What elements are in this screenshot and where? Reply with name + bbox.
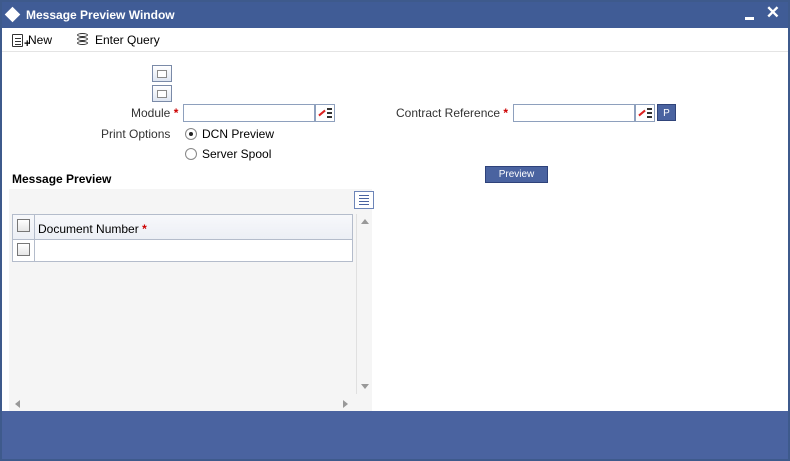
scroll-up-icon[interactable] — [361, 219, 369, 224]
table-header: Document Number * — [13, 215, 352, 240]
document-number-header: Document Number * — [38, 222, 147, 236]
vertical-scrollbar[interactable] — [356, 214, 372, 394]
form-option-button-1[interactable] — [152, 65, 172, 82]
grid-settings-icon[interactable] — [354, 191, 374, 209]
module-input[interactable] — [183, 104, 315, 122]
window-diamond-icon — [4, 6, 21, 23]
message-preview-section-title: Message Preview — [12, 172, 112, 186]
new-button[interactable]: + New — [12, 31, 52, 49]
contract-reference-label: Contract Reference * — [396, 106, 509, 120]
server-spool-label: Server Spool — [202, 147, 272, 161]
lov-arrow-icon — [318, 108, 327, 117]
contract-reference-input[interactable] — [513, 104, 635, 122]
select-all-cell — [13, 215, 35, 239]
print-options-label: Print Options — [101, 127, 171, 141]
server-spool-radio[interactable] — [185, 148, 197, 160]
close-icon[interactable]: ✕ — [766, 4, 780, 22]
list-icon — [327, 108, 332, 110]
row-checkbox[interactable] — [17, 243, 30, 256]
form-option-button-2[interactable] — [152, 85, 172, 102]
toolbar: + New Enter Query — [2, 28, 788, 52]
preview-button[interactable]: Preview — [485, 166, 548, 183]
p-button[interactable]: P — [657, 104, 676, 121]
footer-bar — [2, 411, 788, 459]
row-select-cell — [13, 240, 35, 261]
new-button-label: New — [28, 33, 53, 47]
dcn-preview-radio[interactable] — [185, 128, 197, 140]
title-bar: Message Preview Window ✕ — [2, 2, 788, 28]
module-lov-button[interactable] — [315, 104, 335, 122]
module-label: Module * — [131, 106, 179, 120]
window-title: Message Preview Window — [26, 8, 175, 22]
dcn-preview-label: DCN Preview — [202, 127, 275, 141]
horizontal-scrollbar[interactable] — [9, 396, 356, 412]
document-table: Document Number * — [12, 214, 353, 262]
contract-reference-lov-button[interactable] — [635, 104, 655, 122]
scroll-right-icon[interactable] — [343, 400, 348, 408]
message-preview-window: Message Preview Window ✕ + New Enter Que… — [0, 0, 790, 461]
new-document-icon: + — [12, 33, 30, 49]
select-all-checkbox[interactable] — [17, 219, 30, 232]
scroll-down-icon[interactable] — [361, 384, 369, 389]
minimize-icon[interactable] — [744, 7, 756, 21]
table-row — [13, 240, 352, 261]
lov-arrow-icon — [638, 108, 647, 117]
list-icon — [647, 108, 652, 110]
database-query-icon — [76, 33, 90, 47]
enter-query-button[interactable]: Enter Query — [76, 31, 160, 49]
enter-query-label: Enter Query — [95, 33, 160, 47]
scroll-left-icon[interactable] — [15, 400, 20, 408]
